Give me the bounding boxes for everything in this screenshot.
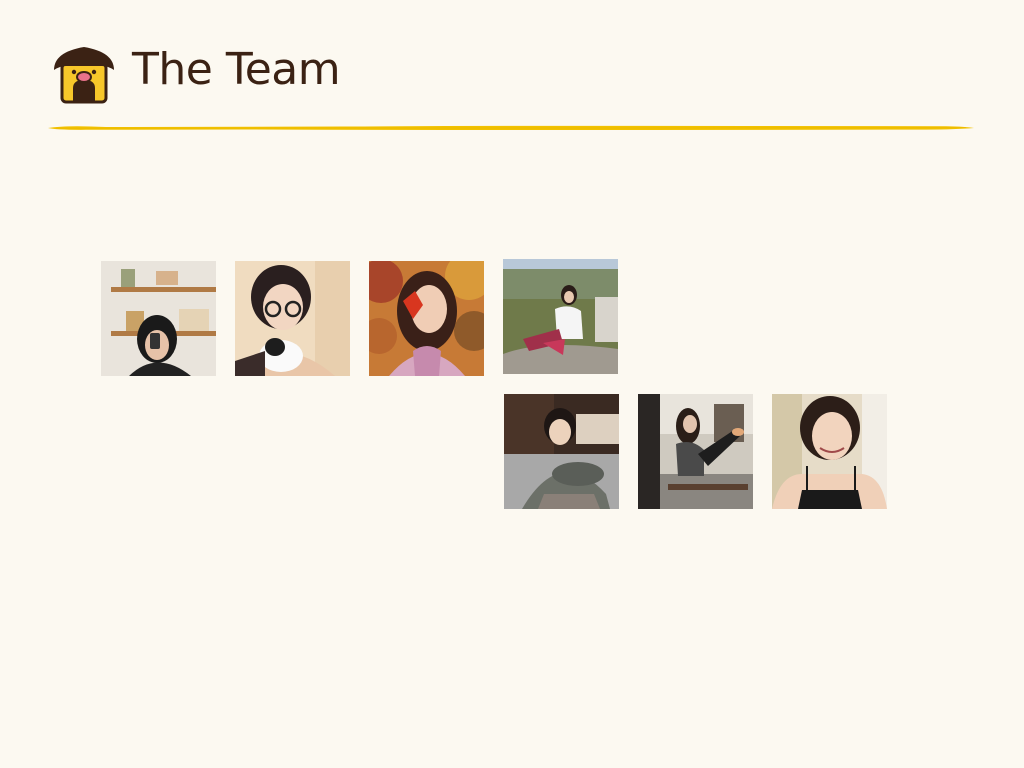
team-photo-2 [235,261,350,376]
title-divider [46,118,976,131]
team-photo-4 [503,259,618,374]
page-title: The Team [132,44,341,95]
doghouse-icon [50,44,118,104]
team-photo-3 [369,261,484,376]
team-photo-5 [504,394,619,509]
team-photo-7 [772,394,887,509]
team-photo-6 [638,394,753,509]
team-photo-1 [101,261,216,376]
